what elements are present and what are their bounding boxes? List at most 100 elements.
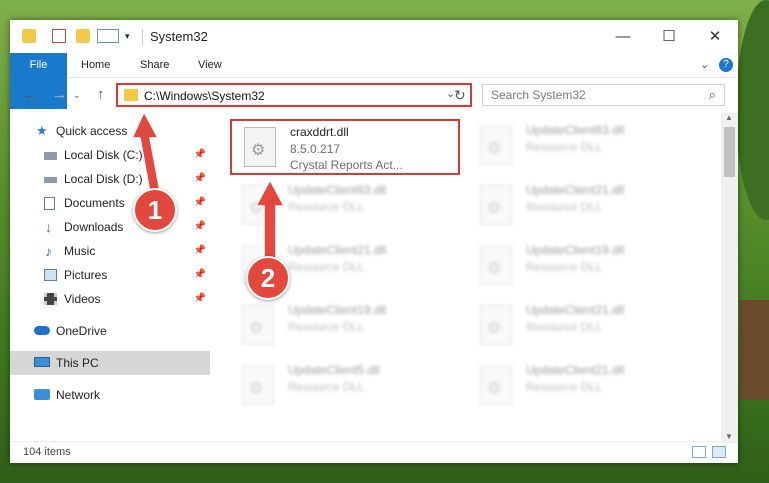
dll-file-icon	[480, 185, 512, 225]
new-folder-icon[interactable]	[76, 29, 90, 43]
network-icon	[34, 389, 50, 400]
vertical-scrollbar[interactable]: ▲ ▼	[721, 113, 738, 443]
close-button[interactable]: ✕	[692, 24, 738, 50]
sidebar-item-videos[interactable]: Videos 📌	[10, 287, 210, 311]
file-name: UpdateClient21.dll	[526, 303, 625, 317]
tab-home[interactable]: Home	[81, 53, 110, 77]
refresh-icon[interactable]: ↻	[454, 87, 466, 104]
sidebar-item-downloads[interactable]: ↓ Downloads 📌	[10, 215, 210, 239]
file-name: UpdateClient19.dll	[526, 243, 625, 257]
file-description: Resource DLL	[526, 260, 603, 274]
sidebar-item-label: Quick access	[56, 124, 128, 138]
recent-locations-icon[interactable]: ⌄	[73, 90, 81, 101]
minimize-icon: —	[615, 28, 631, 45]
address-bar[interactable]: C:\Windows\System32 ⌄	[116, 83, 472, 107]
sidebar-item-pictures[interactable]: Pictures 📌	[10, 263, 210, 287]
search-placeholder: Search System32	[491, 88, 586, 102]
properties-icon[interactable]	[52, 29, 66, 43]
title-bar: ▾ System32 — ☐ ✕	[10, 20, 738, 53]
file-item[interactable]: UpdateClient19.dll Resource DLL	[230, 299, 460, 355]
sidebar-item-label: Downloads	[64, 220, 124, 234]
sidebar-item-documents[interactable]: Documents 📌	[10, 191, 210, 215]
up-arrow-icon[interactable]: ↑	[97, 86, 105, 103]
sidebar-item-label: This PC	[56, 356, 99, 370]
file-item[interactable]: UpdateClient21.dll Resource DLL	[468, 179, 698, 235]
details-view-icon[interactable]	[692, 446, 706, 458]
scroll-down-icon[interactable]: ▼	[725, 432, 733, 441]
status-bar: 104 items	[10, 441, 738, 463]
file-description: Resource DLL	[288, 200, 365, 214]
file-list: craxddrt.dll 8.5.0.217 Crystal Reports A…	[220, 113, 720, 433]
sidebar-item-this-pc[interactable]: This PC	[10, 351, 210, 375]
sidebar-item-label: Music	[64, 244, 96, 258]
download-icon: ↓	[45, 219, 52, 235]
search-input[interactable]: Search System32 ⌕	[482, 84, 725, 106]
pin-icon: 📌	[193, 149, 206, 160]
document-icon	[44, 197, 55, 210]
dll-file-icon	[480, 305, 512, 345]
maximize-icon: ☐	[662, 28, 676, 45]
pin-icon: 📌	[193, 221, 206, 232]
file-description: Resource DLL	[288, 380, 365, 394]
picture-icon	[44, 269, 57, 281]
dll-file-icon	[242, 365, 274, 405]
file-name: UpdateClient5.dll	[288, 363, 380, 377]
file-name: UpdateClient19.dll	[288, 303, 387, 317]
pin-icon: 📌	[193, 245, 206, 256]
maximize-button[interactable]: ☐	[646, 24, 692, 50]
file-name: craxddrt.dll	[290, 125, 349, 139]
dll-file-icon	[244, 127, 276, 167]
file-item[interactable]: UpdateClient5.dll Resource DLL	[230, 359, 460, 415]
file-description: Resource DLL	[526, 320, 603, 334]
expand-ribbon-icon[interactable]: ⌄	[700, 58, 709, 71]
sidebar-item-music[interactable]: ♪ Music 📌	[10, 239, 210, 263]
folder-icon	[124, 89, 138, 101]
sidebar-item-network[interactable]: Network	[10, 383, 210, 407]
file-item[interactable]: UpdateClient21.dll Resource DLL	[468, 299, 698, 355]
file-item[interactable]: UpdateClient63.dll Resource DLL	[468, 119, 698, 175]
tab-view[interactable]: View	[198, 53, 222, 77]
file-description: Resource DLL	[288, 320, 365, 334]
file-item-selected[interactable]: craxddrt.dll 8.5.0.217 Crystal Reports A…	[230, 119, 460, 175]
file-description: Resource DLL	[526, 140, 603, 154]
help-icon[interactable]: ?	[719, 58, 733, 72]
sidebar-item-quick-access[interactable]: ★ Quick access	[10, 119, 210, 143]
scroll-up-icon[interactable]: ▲	[725, 113, 733, 122]
file-name: UpdateClient63.dll	[288, 183, 387, 197]
sidebar-item-local-disk-d[interactable]: Local Disk (D:) 📌	[10, 167, 210, 191]
sidebar-item-label: Videos	[64, 292, 101, 306]
sidebar-item-local-disk-c[interactable]: Local Disk (C:) 📌	[10, 143, 210, 167]
window-title: System32	[150, 29, 208, 44]
tab-share[interactable]: Share	[140, 53, 169, 77]
explorer-window: ▾ System32 — ☐ ✕ File Home Share View ⌄ …	[10, 20, 738, 463]
sidebar-item-onedrive[interactable]: OneDrive	[10, 319, 210, 343]
pin-icon: 📌	[193, 269, 206, 280]
minimize-button[interactable]: —	[600, 24, 646, 50]
step-badge-2: 2	[246, 256, 290, 300]
sidebar-item-label: Network	[56, 388, 101, 402]
music-icon: ♪	[45, 243, 52, 259]
computer-icon	[34, 357, 50, 367]
large-icons-view-icon[interactable]	[712, 446, 726, 458]
file-description: Resource DLL	[526, 200, 603, 214]
file-item[interactable]: UpdateClient19.dll Resource DLL	[468, 239, 698, 295]
sidebar-item-label: Documents	[64, 196, 125, 210]
cloud-icon	[34, 326, 50, 335]
pin-icon: 📌	[193, 197, 206, 208]
customize-toolbar-icon[interactable]	[97, 29, 119, 43]
file-item[interactable]: UpdateClient21.dll Resource DLL	[468, 359, 698, 415]
ribbon: File Home Share View ⌄ ?	[10, 53, 738, 109]
background-hut	[740, 300, 769, 400]
title-separator	[142, 29, 143, 45]
pin-icon: 📌	[193, 173, 206, 184]
drive-icon	[44, 152, 57, 160]
file-name: UpdateClient21.dll	[526, 363, 625, 377]
forward-arrow-icon[interactable]: →	[52, 86, 67, 103]
dll-file-icon	[480, 125, 512, 165]
search-icon: ⌕	[708, 87, 716, 102]
back-arrow-icon[interactable]: ←	[23, 86, 38, 103]
chevron-down-icon[interactable]: ▾	[125, 29, 139, 43]
scrollbar-thumb[interactable]	[724, 127, 735, 177]
step-badge-1: 1	[133, 188, 177, 232]
file-version: 8.5.0.217	[290, 142, 341, 156]
